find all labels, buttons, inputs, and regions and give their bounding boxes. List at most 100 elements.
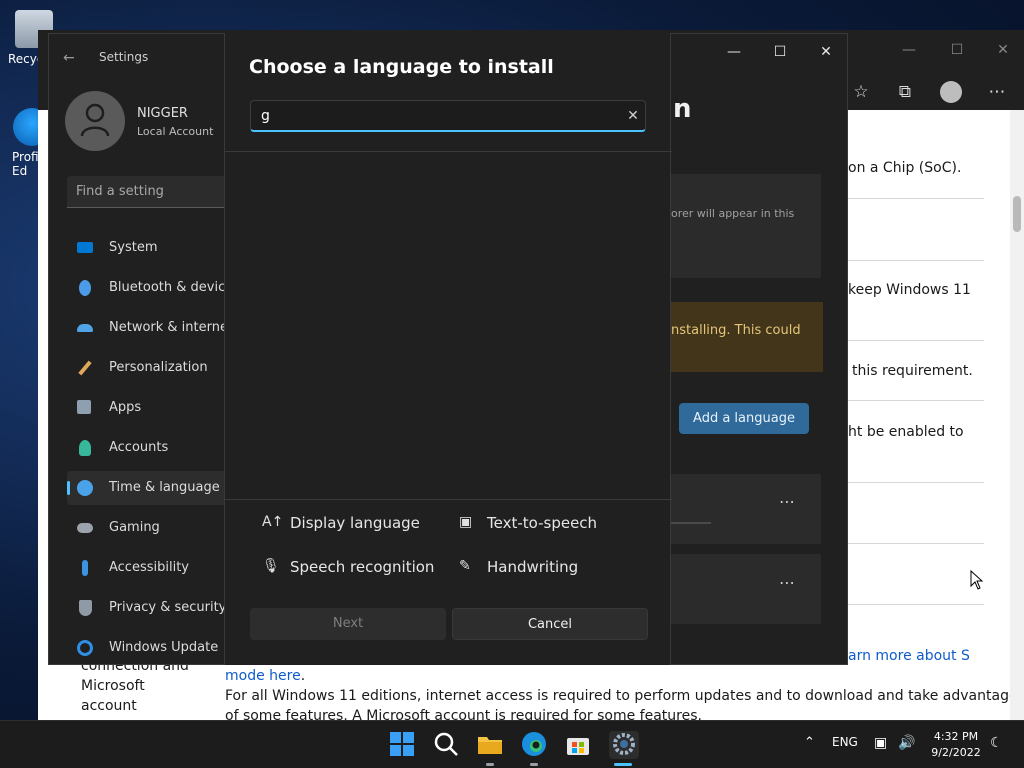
settings-title: Settings [99, 50, 149, 64]
warning-banner: nstalling. This could [671, 302, 823, 372]
browser-divider [848, 482, 984, 483]
user-icon [80, 103, 110, 137]
browser-maximize-button[interactable]: ☐ [934, 36, 980, 64]
search-icon[interactable] [433, 731, 461, 759]
settings-gear-icon[interactable] [609, 731, 639, 759]
start-icon[interactable] [389, 731, 417, 759]
notifications-icon[interactable]: ☾ [990, 735, 1003, 751]
feature-label: Handwriting [487, 558, 579, 576]
display-language-icon: A↑ [262, 514, 284, 530]
page-heading-fragment: n [673, 94, 692, 124]
nav-item-bluetooth[interactable]: Bluetooth & devices [67, 271, 240, 305]
nav-label: Accounts [109, 440, 169, 455]
nav-label: Apps [109, 400, 142, 415]
file-explorer-icon[interactable] [477, 731, 505, 759]
apps-icon [77, 400, 91, 414]
mode-here-link[interactable]: mode here [225, 668, 301, 684]
card-text: orer will appear in this [671, 207, 795, 220]
nav-item-apps[interactable]: Apps [67, 391, 227, 425]
running-indicator [530, 763, 538, 766]
nav-label: Network & internet [109, 320, 234, 335]
clock[interactable]: 4:32 PM 9/2/2022 [926, 729, 986, 761]
more-options-icon[interactable]: ⋯ [779, 573, 795, 592]
add-language-button[interactable]: Add a language [679, 403, 809, 434]
mode-here-line: mode here. [225, 668, 305, 684]
nav-item-system[interactable]: System [67, 231, 227, 265]
browser-divider [848, 543, 984, 544]
browser-scrollbar[interactable] [1010, 110, 1024, 720]
cancel-button[interactable]: Cancel [452, 608, 648, 640]
maximize-button[interactable]: ☐ [757, 38, 803, 66]
language-card [671, 554, 821, 624]
network-icon[interactable]: ▣ [874, 735, 887, 751]
browser-line-1: on a Chip (SoC). [848, 160, 962, 176]
close-button[interactable]: ✕ [803, 38, 849, 66]
avatar[interactable] [65, 91, 125, 151]
store-icon[interactable] [565, 731, 593, 759]
language-results-list[interactable] [225, 152, 672, 499]
person-icon [79, 440, 91, 456]
browser-left-text-2: Microsoft [81, 678, 145, 694]
monitor-icon [77, 242, 93, 253]
nav-label: Personalization [109, 360, 208, 375]
update-icon [77, 640, 93, 656]
clock-date: 9/2/2022 [931, 746, 981, 759]
minimize-button[interactable]: — [711, 38, 757, 66]
microphone-icon: 🎙 [262, 558, 280, 574]
nav-item-accounts[interactable]: Accounts [67, 431, 227, 465]
nav-item-privacy[interactable]: Privacy & security [67, 591, 227, 625]
bluetooth-icon [79, 280, 91, 296]
running-indicator [486, 763, 494, 766]
profile-icon[interactable] [936, 78, 966, 106]
clear-icon[interactable]: ✕ [623, 106, 643, 126]
user-name: NIGGER [137, 106, 188, 121]
shield-icon [79, 600, 92, 616]
browser-divider [848, 260, 984, 261]
edge-icon[interactable] [521, 731, 549, 759]
account-type: Local Account [137, 125, 214, 138]
nav-item-personalization[interactable]: Personalization [67, 351, 227, 385]
progress-track [671, 522, 711, 524]
more-options-icon[interactable]: ⋯ [982, 78, 1012, 106]
nav-item-time-language[interactable]: Time & language [67, 471, 227, 505]
gamepad-icon [77, 523, 93, 533]
brush-icon [78, 360, 92, 376]
language-search-input[interactable] [261, 105, 611, 127]
feature-label: Display language [290, 514, 420, 532]
browser-paragraph-1: For all Windows 11 editions, internet ac… [225, 688, 1018, 704]
active-indicator [614, 763, 632, 766]
nav-label: Privacy & security [109, 600, 227, 615]
nav-item-accessibility[interactable]: Accessibility [67, 551, 227, 585]
browser-minimize-button[interactable]: — [886, 36, 932, 64]
clock-time: 4:32 PM [933, 730, 979, 743]
wifi-icon [77, 324, 93, 332]
learn-more-link[interactable]: arn more about S [848, 648, 970, 664]
nav-label: Windows Update [109, 640, 219, 655]
handwriting-icon: ✎ [459, 558, 471, 574]
collections-icon[interactable]: ⧉ [890, 78, 920, 106]
language-card [671, 474, 821, 544]
volume-icon[interactable]: 🔊 [898, 735, 915, 751]
find-setting-input[interactable]: Find a setting [67, 176, 227, 208]
mouse-cursor-icon [970, 570, 984, 590]
chevron-up-icon[interactable]: ⌃ [804, 735, 815, 750]
mode-here-period: . [300, 668, 306, 684]
settings-card [671, 174, 821, 278]
back-arrow-icon[interactable]: ← [63, 50, 75, 66]
nav-label: Time & language [109, 480, 220, 495]
browser-close-button[interactable]: ✕ [980, 36, 1024, 64]
next-button[interactable]: Next [250, 608, 446, 640]
nav-label: System [109, 240, 158, 255]
favorites-icon[interactable]: ☆ [846, 78, 876, 106]
more-options-icon[interactable]: ⋯ [779, 492, 795, 511]
nav-label: Gaming [109, 520, 160, 535]
input-language[interactable]: ENG [832, 735, 858, 749]
language-search-field[interactable]: ✕ [250, 100, 646, 132]
browser-divider [848, 340, 984, 341]
nav-item-gaming[interactable]: Gaming [67, 511, 227, 545]
scrollbar-thumb[interactable] [1013, 196, 1021, 232]
text-to-speech-icon: ▣ [459, 514, 473, 530]
nav-item-windows-update[interactable]: Windows Update [67, 631, 227, 665]
nav-item-network[interactable]: Network & internet [67, 311, 233, 345]
globe-icon [77, 480, 93, 496]
